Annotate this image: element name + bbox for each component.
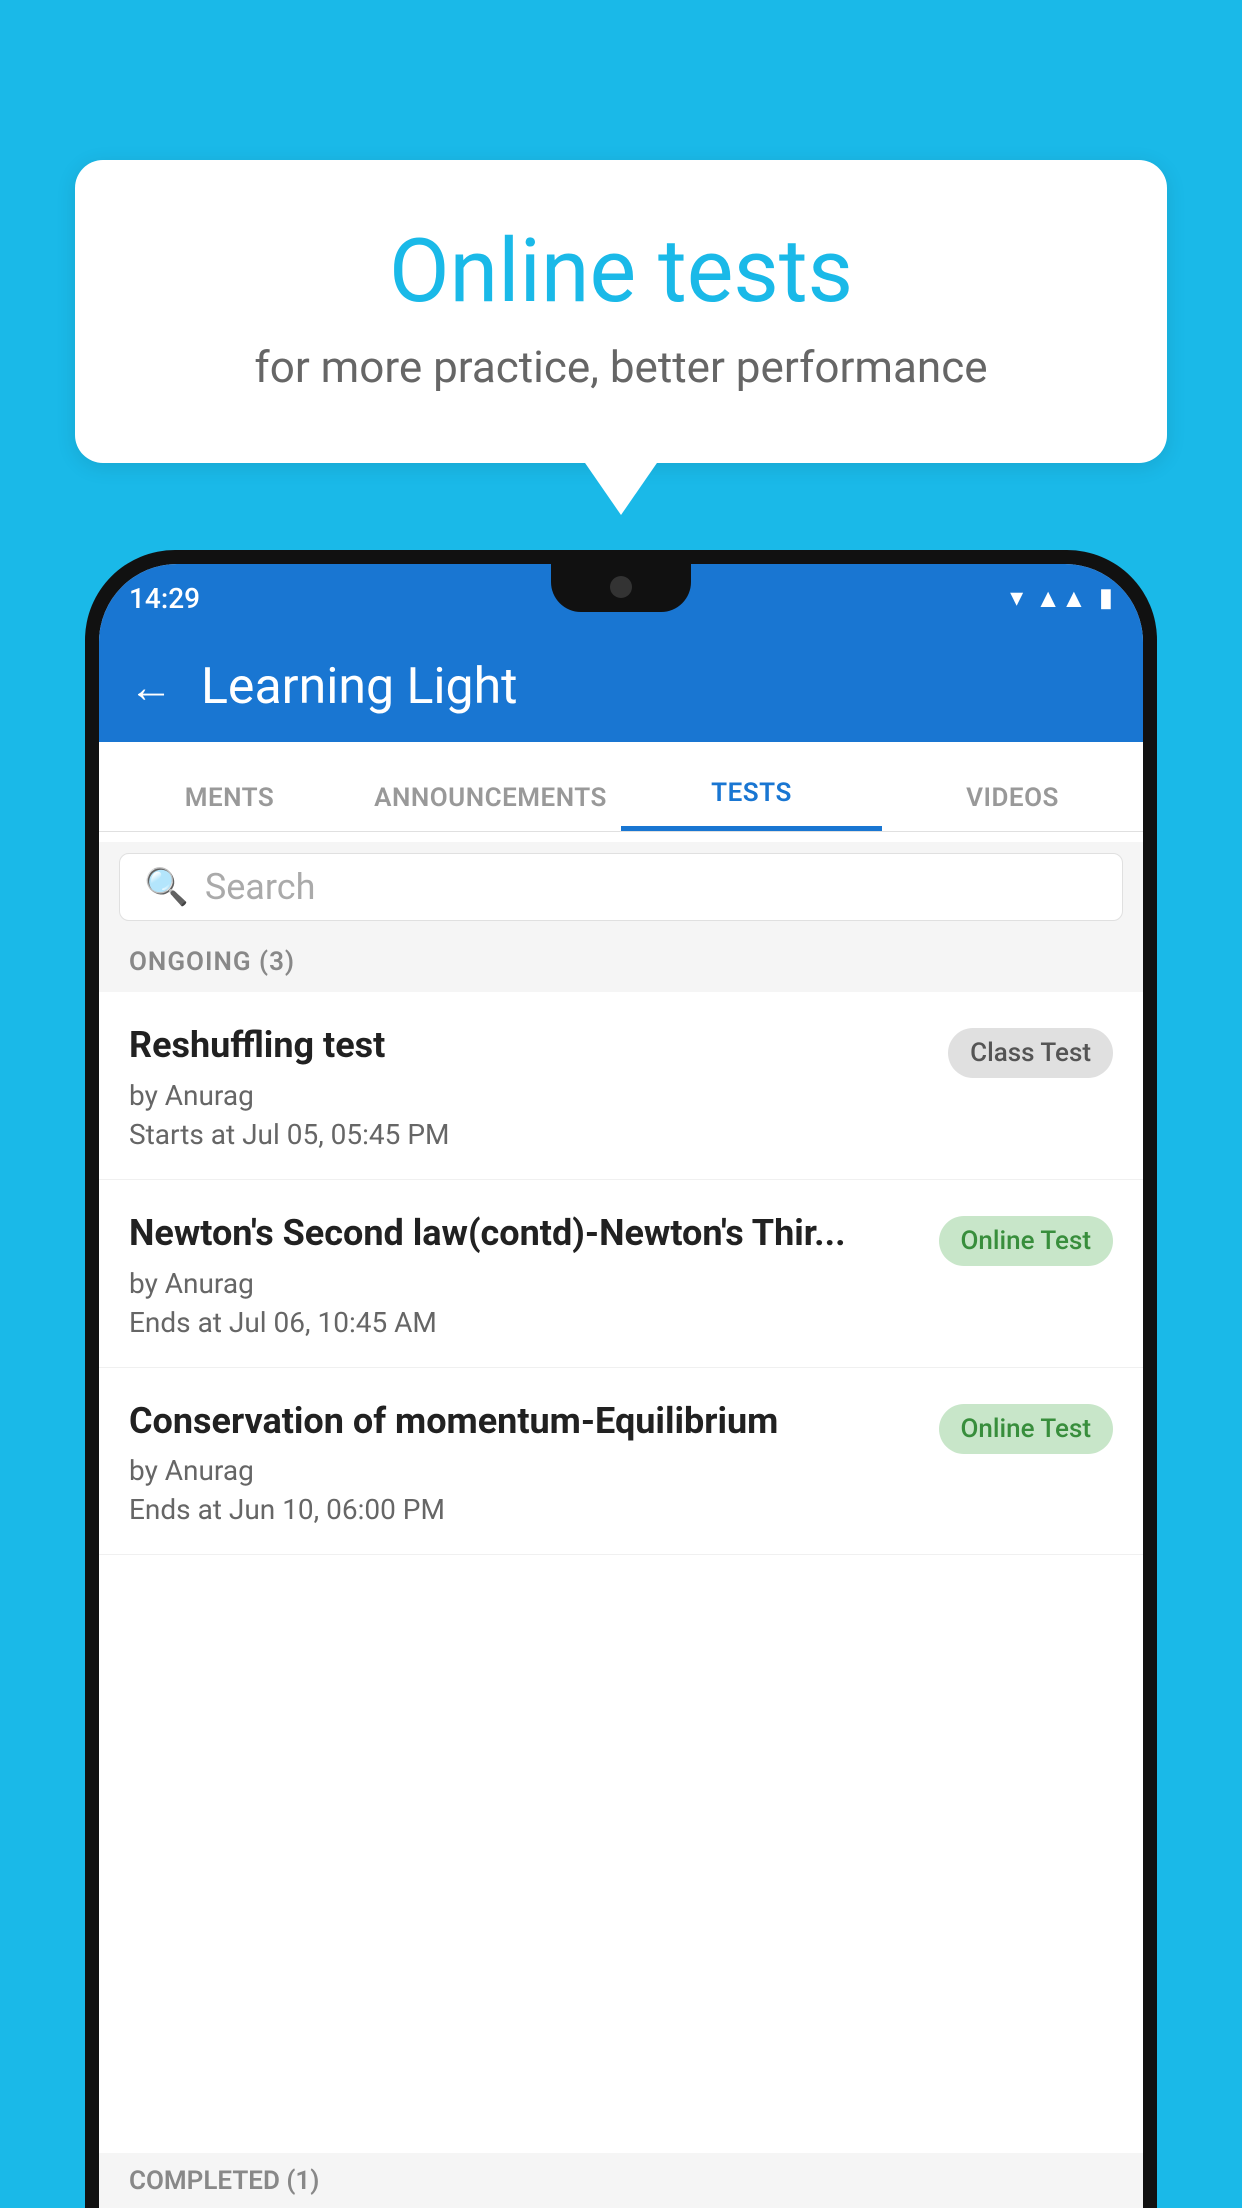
test-author-newtons: by Anurag bbox=[129, 1267, 919, 1300]
test-date-conservation: Ends at Jun 10, 06:00 PM bbox=[129, 1493, 919, 1526]
badge-online-test-1: Online Test bbox=[939, 1216, 1114, 1266]
test-date-newtons: Ends at Jul 06, 10:45 AM bbox=[129, 1306, 919, 1339]
badge-online-test-2: Online Test bbox=[939, 1404, 1114, 1454]
test-title-reshuffling: Reshuffling test bbox=[129, 1022, 928, 1069]
tab-announcements[interactable]: ANNOUNCEMENTS bbox=[360, 783, 621, 831]
completed-label: COMPLETED (1) bbox=[129, 2166, 319, 2196]
screen-content: 14:29 ▾ ▲▲ ▮ ← Learning Light MENTS ANNO… bbox=[99, 564, 1143, 2208]
tabs-bar: MENTS ANNOUNCEMENTS TESTS VIDEOS bbox=[99, 742, 1143, 832]
test-item-reshuffling[interactable]: Reshuffling test by Anurag Starts at Jul… bbox=[99, 992, 1143, 1180]
test-info-newtons: Newton's Second law(contd)-Newton's Thir… bbox=[129, 1210, 939, 1339]
tab-videos[interactable]: VIDEOS bbox=[882, 783, 1143, 831]
phone-frame: 14:29 ▾ ▲▲ ▮ ← Learning Light MENTS ANNO… bbox=[85, 550, 1157, 2208]
wifi-icon: ▾ bbox=[1010, 583, 1023, 613]
test-list: Reshuffling test by Anurag Starts at Jul… bbox=[99, 992, 1143, 2208]
test-author-conservation: by Anurag bbox=[129, 1454, 919, 1487]
completed-section-header: COMPLETED (1) bbox=[99, 2153, 1143, 2208]
test-title-conservation: Conservation of momentum-Equilibrium bbox=[129, 1398, 919, 1445]
phone-notch bbox=[551, 564, 691, 612]
ongoing-label: ONGOING (3) bbox=[129, 947, 295, 977]
status-time: 14:29 bbox=[129, 582, 200, 615]
test-item-conservation[interactable]: Conservation of momentum-Equilibrium by … bbox=[99, 1368, 1143, 1556]
search-icon: 🔍 bbox=[144, 866, 189, 908]
tab-tests[interactable]: TESTS bbox=[621, 778, 882, 831]
search-bar-container: 🔍 Search bbox=[99, 842, 1143, 932]
app-bar-title: Learning Light bbox=[201, 658, 518, 716]
search-input[interactable]: Search bbox=[205, 866, 316, 908]
app-bar: ← Learning Light bbox=[99, 632, 1143, 742]
test-title-newtons: Newton's Second law(contd)-Newton's Thir… bbox=[129, 1210, 919, 1257]
bubble-subtitle: for more practice, better performance bbox=[155, 341, 1087, 393]
back-button[interactable]: ← bbox=[129, 661, 173, 713]
signal-icon: ▲▲ bbox=[1035, 583, 1086, 614]
front-camera bbox=[610, 576, 632, 598]
test-item-newtons[interactable]: Newton's Second law(contd)-Newton's Thir… bbox=[99, 1180, 1143, 1368]
tab-ments[interactable]: MENTS bbox=[99, 783, 360, 831]
test-info-reshuffling: Reshuffling test by Anurag Starts at Jul… bbox=[129, 1022, 948, 1151]
phone-screen: 14:29 ▾ ▲▲ ▮ ← Learning Light MENTS ANNO… bbox=[99, 564, 1143, 2208]
test-author-reshuffling: by Anurag bbox=[129, 1079, 928, 1112]
test-date-reshuffling: Starts at Jul 05, 05:45 PM bbox=[129, 1118, 928, 1151]
battery-icon: ▮ bbox=[1099, 583, 1113, 613]
test-info-conservation: Conservation of momentum-Equilibrium by … bbox=[129, 1398, 939, 1527]
bubble-title: Online tests bbox=[155, 220, 1087, 323]
promo-speech-bubble: Online tests for more practice, better p… bbox=[75, 160, 1167, 463]
search-input-wrapper[interactable]: 🔍 Search bbox=[119, 853, 1123, 921]
badge-class-test: Class Test bbox=[948, 1028, 1113, 1078]
status-icons: ▾ ▲▲ ▮ bbox=[1010, 583, 1113, 614]
ongoing-section-header: ONGOING (3) bbox=[99, 932, 1143, 992]
